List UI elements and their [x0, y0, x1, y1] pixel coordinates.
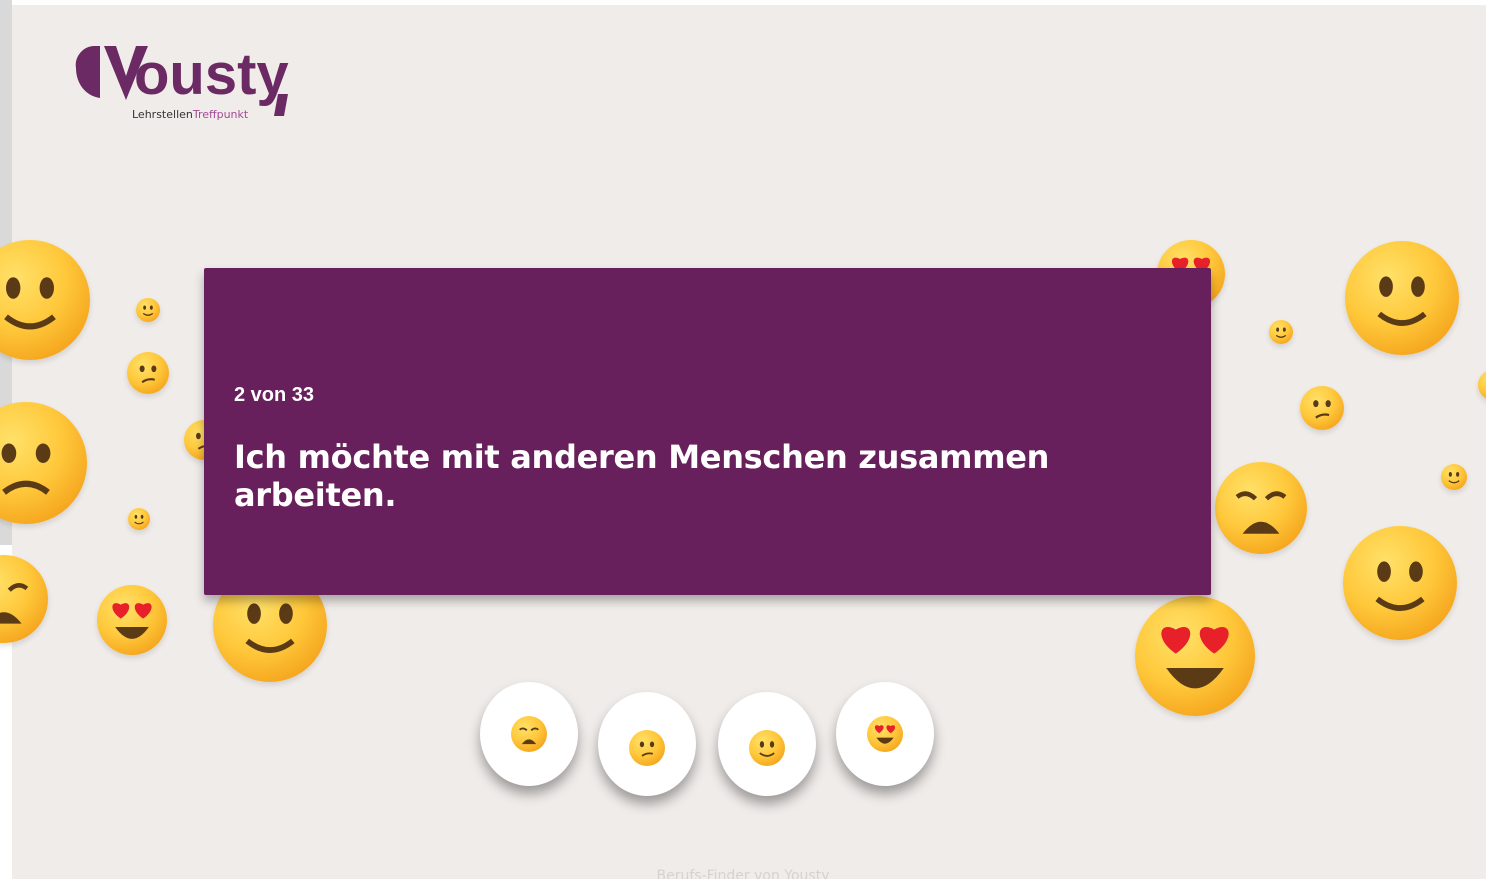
- smile-emoji-icon: [1343, 526, 1457, 640]
- weary-emoji-icon: [0, 555, 48, 643]
- answer-confused-button[interactable]: [598, 692, 696, 796]
- smile-emoji-icon: [1441, 464, 1467, 490]
- smile-emoji-icon: [0, 240, 90, 360]
- yousty-logo-mark: ousty: [75, 42, 289, 116]
- smile-emoji-icon: [1345, 241, 1459, 355]
- smile-emoji-icon: [136, 298, 160, 322]
- heart-eyes-face-icon: [867, 716, 903, 752]
- answer-heart-eyes-button[interactable]: [836, 682, 934, 786]
- logo-wordmark: ousty: [134, 42, 289, 107]
- answer-smile-button[interactable]: [718, 692, 816, 796]
- question-progress: 2 von 33: [234, 384, 315, 406]
- smile-emoji-icon: [128, 508, 150, 530]
- yousty-logo[interactable]: ousty LehrstellenTreffpunkt: [70, 38, 310, 128]
- logo-tagline: LehrstellenTreffpunkt: [132, 108, 249, 121]
- confused-face-icon: [629, 730, 665, 766]
- smile-emoji-icon: [1478, 370, 1486, 400]
- top-edge: [12, 0, 1486, 5]
- heart-eyes-emoji-icon: [97, 585, 167, 655]
- weary-face-icon: [511, 716, 547, 752]
- confused-emoji-icon: [1300, 386, 1344, 430]
- question-card: 2 von 33 Ich möchte mit anderen Menschen…: [204, 268, 1211, 595]
- frown-emoji-icon: [0, 402, 87, 524]
- smile-emoji-icon: [1269, 320, 1293, 344]
- quiz-page: ousty LehrstellenTreffpunkt 2 von 33 Ich…: [0, 0, 1486, 879]
- slightly-smiling-face-icon: [749, 730, 785, 766]
- confused-emoji-icon: [127, 352, 169, 394]
- question-text: Ich möchte mit anderen Menschen zusammen…: [234, 438, 1050, 514]
- heart-eyes-emoji-icon: [1135, 596, 1255, 716]
- footer-text: Berufs-Finder von Yousty: [656, 868, 830, 879]
- weary-emoji-icon: [1215, 462, 1307, 554]
- answer-weary-button[interactable]: [480, 682, 578, 786]
